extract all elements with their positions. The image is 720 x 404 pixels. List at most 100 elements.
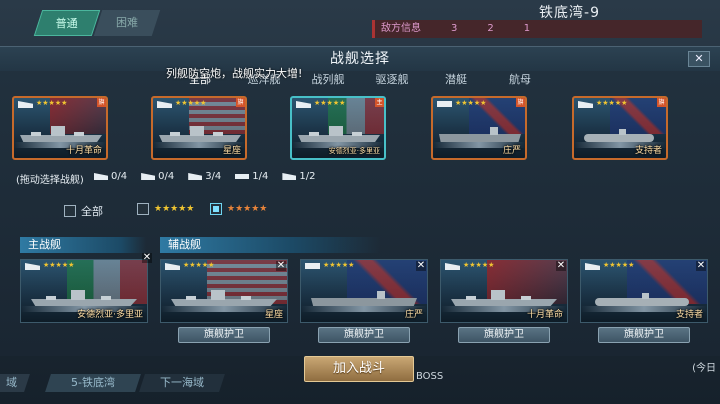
- nav-next-label: 下一海域: [160, 376, 204, 389]
- corner-badge: 主: [375, 98, 384, 107]
- enemy-count-1: 3: [451, 23, 458, 34]
- enemy-count-3: 1: [523, 23, 531, 34]
- count-value: 3/4: [205, 171, 222, 182]
- cruiser-icon: [94, 173, 108, 180]
- filter-orange-checkbox[interactable]: [210, 203, 222, 215]
- ship-name: 庄严: [502, 146, 521, 156]
- remove-escort-icon[interactable]: ✕: [696, 261, 706, 271]
- carrier-image: [311, 286, 417, 306]
- close-button[interactable]: ✕: [688, 51, 710, 67]
- ship-select-modal: 战舰选择 ✕ 全部 巡洋舰 战列舰 驱逐舰 潜艇 航母 列舰防空炮，战舰实力大增…: [0, 46, 720, 356]
- carrier-type-icon: [437, 101, 452, 107]
- submarine-icon: [282, 173, 297, 180]
- nav-current-label: 5-铁底湾: [71, 376, 115, 389]
- tab-carrier[interactable]: 航母: [488, 71, 552, 89]
- boss-label: BOSS: [416, 371, 444, 382]
- escort-slot-3[interactable]: ★★★★★ 十月革命 ✕: [440, 259, 568, 323]
- battleship-image: [31, 286, 137, 306]
- tab-normal[interactable]: 普通: [33, 10, 101, 36]
- ship-card-andrea-doria[interactable]: ★★★★★ 主 安德烈亚·多里亚: [290, 96, 386, 160]
- filter-all[interactable]: 全部: [64, 203, 103, 219]
- star-rating: ★★★★★: [175, 99, 207, 107]
- join-battle-button[interactable]: 加入战斗: [304, 356, 414, 382]
- gold-stars-label: ★★★★★: [154, 204, 195, 214]
- battleship-image: [451, 286, 557, 306]
- ship-card-october-revolution[interactable]: ★★★★★ 旗 十月革命: [12, 96, 108, 160]
- battleship-image: [20, 124, 102, 142]
- battleship-type-icon: [25, 263, 40, 270]
- tab-destroyer[interactable]: 驱逐舰: [360, 71, 424, 89]
- remove-main-ship-icon[interactable]: ✕: [142, 253, 152, 263]
- battleship-image: [171, 286, 277, 306]
- enemy-count-2: 2: [487, 23, 494, 34]
- tab-hard[interactable]: 困难: [93, 10, 161, 36]
- ship-name: 庄严: [404, 310, 423, 320]
- corner-badge: 旗: [657, 98, 666, 107]
- ship-name: 十月革命: [65, 146, 102, 156]
- filter-all-checkbox[interactable]: [64, 205, 76, 217]
- ship-card-supporter[interactable]: ★★★★★ 旗 支持者: [572, 96, 668, 160]
- ship-name: 星座: [222, 146, 241, 156]
- star-rating: ★★★★★: [455, 99, 487, 107]
- carrier-image: [439, 124, 521, 142]
- ship-card-constellation[interactable]: ★★★★★ 旗 星座: [151, 96, 247, 160]
- modal-header: 战舰选择: [0, 47, 720, 71]
- corner-badge: 旗: [516, 98, 525, 107]
- destroyer-icon: [188, 173, 203, 180]
- count-value: 0/4: [158, 171, 175, 182]
- tab-hard-label: 困难: [116, 16, 138, 29]
- today-label: (今日: [692, 363, 716, 374]
- star-rating: ★★★★★: [596, 99, 628, 107]
- corner-badge: 旗: [97, 98, 106, 107]
- escort-slot-2[interactable]: ★★★★★ 庄严 ✕: [300, 259, 428, 323]
- ship-name: 安德烈亚·多里亚: [77, 310, 143, 320]
- count-submarine: 1/2: [282, 171, 315, 182]
- star-rating: ★★★★★: [43, 261, 75, 269]
- nav-prev[interactable]: 域: [0, 374, 30, 392]
- nav-next[interactable]: 下一海域: [139, 374, 225, 392]
- battleship-image: [298, 124, 380, 142]
- escort-slot-1[interactable]: ★★★★★ 星座 ✕: [160, 259, 288, 323]
- flagship-escort-button[interactable]: 旗舰护卫: [598, 327, 690, 343]
- flagship-escort-button[interactable]: 旗舰护卫: [458, 327, 550, 343]
- nav-current[interactable]: 5-铁底湾: [45, 374, 141, 392]
- filter-gold-checkbox[interactable]: [137, 203, 149, 215]
- ship-name: 支持者: [634, 146, 662, 156]
- flagship-escort-button[interactable]: 旗舰护卫: [318, 327, 410, 343]
- battleship-type-icon: [296, 101, 311, 108]
- ship-name: 支持者: [675, 310, 703, 320]
- toast-message: 列舰防空炮，战舰实力大增!: [166, 67, 303, 80]
- tab-submarine[interactable]: 潜艇: [424, 71, 488, 89]
- remove-escort-icon[interactable]: ✕: [276, 261, 286, 271]
- drag-hint: (拖动选择战舰): [16, 175, 84, 186]
- filter-all-label: 全部: [81, 205, 103, 218]
- ship-name: 十月革命: [526, 310, 563, 320]
- corner-badge: 旗: [236, 98, 245, 107]
- battleship-type-icon: [18, 101, 33, 108]
- submarine-image: [580, 124, 662, 142]
- flagship-escort-button[interactable]: 旗舰护卫: [178, 327, 270, 343]
- remove-escort-icon[interactable]: ✕: [416, 261, 426, 271]
- count-destroyer: 3/4: [188, 171, 221, 182]
- ship-card-majestic[interactable]: ★★★★★ 旗 庄严: [431, 96, 527, 160]
- remove-escort-icon[interactable]: ✕: [556, 261, 566, 271]
- nav-prev-label: 域: [6, 376, 17, 389]
- enemy-info-label: 敌方信息: [381, 23, 421, 34]
- stage-title: 铁底湾-9: [539, 5, 600, 21]
- submarine-image: [591, 286, 697, 306]
- main-ship-slot[interactable]: ★★★★★ 安德烈亚·多里亚: [20, 259, 148, 323]
- filter-gold-stars[interactable]: ★★★★★: [137, 203, 194, 215]
- star-rating: ★★★★★: [36, 99, 68, 107]
- carrier-icon: [235, 174, 250, 179]
- tab-normal-label: 普通: [55, 17, 78, 30]
- escort-ships-header: 辅战舰: [160, 237, 380, 253]
- count-value: 1/4: [252, 171, 269, 182]
- battleship-type-icon: [445, 263, 460, 270]
- filter-orange-stars[interactable]: ★★★★★: [210, 203, 267, 215]
- battleship-type-icon: [165, 263, 180, 270]
- tab-battleship[interactable]: 战列舰: [296, 71, 360, 89]
- count-value: 1/2: [299, 171, 316, 182]
- count-battleship: 0/4: [141, 171, 174, 182]
- escort-slot-4[interactable]: ★★★★★ 支持者 ✕: [580, 259, 708, 323]
- modal-title: 战舰选择: [330, 51, 390, 67]
